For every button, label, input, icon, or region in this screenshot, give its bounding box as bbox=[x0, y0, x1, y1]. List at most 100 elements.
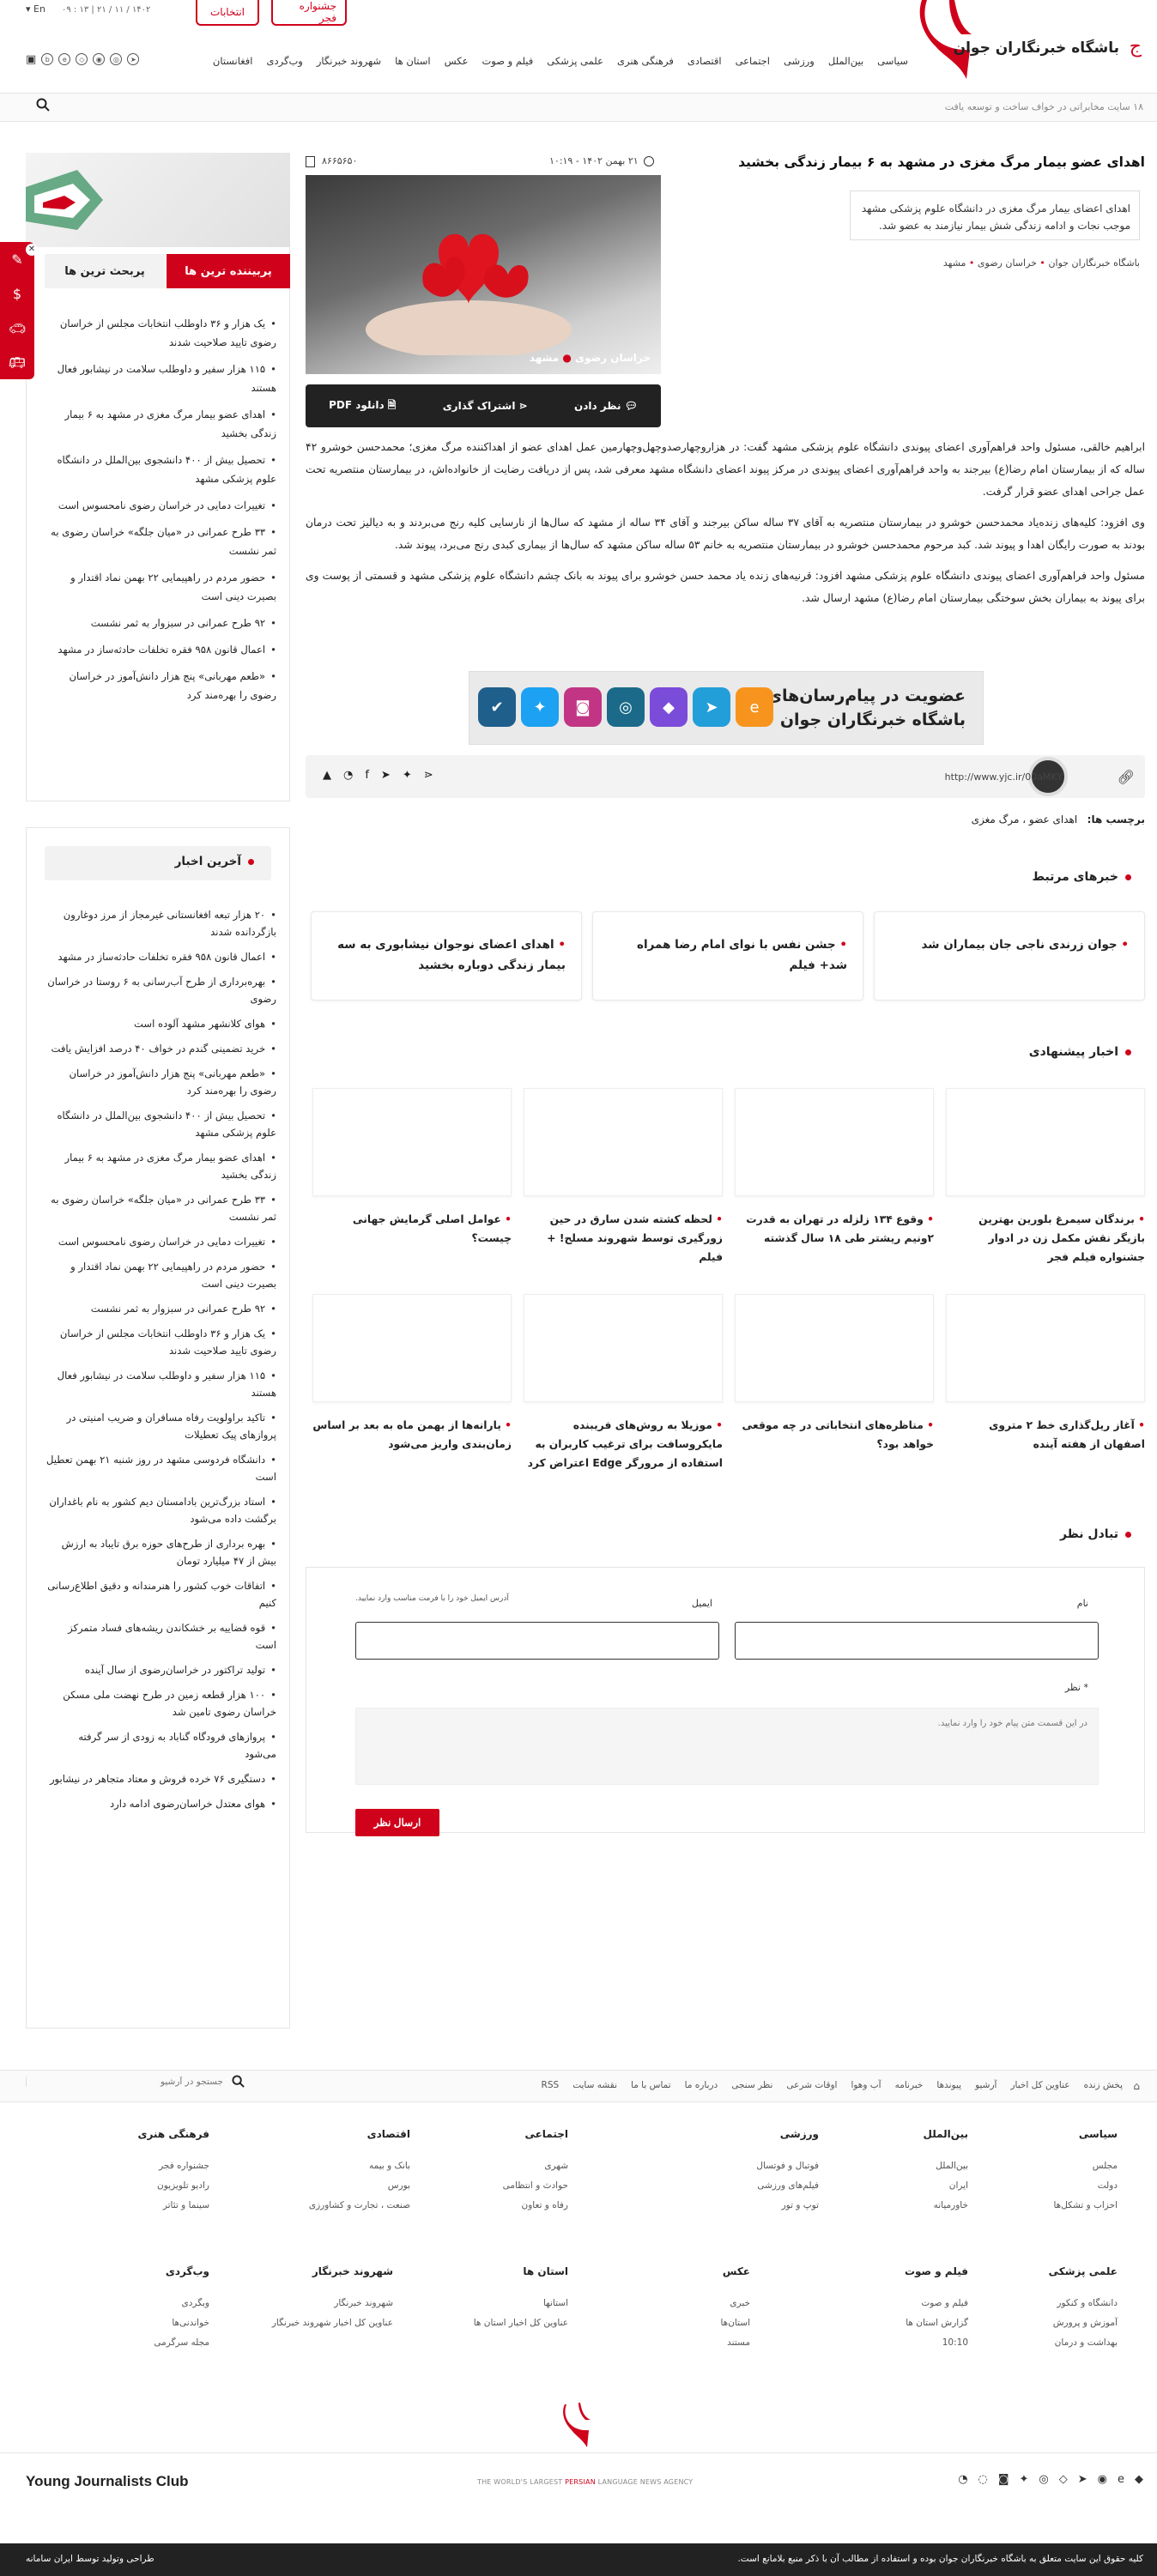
share-icon[interactable]: ⋖ bbox=[424, 769, 433, 782]
suggested-title[interactable]: • برندگان سیمرغ بلورین بهترین بازیگر نقش… bbox=[946, 1210, 1145, 1267]
suggested-title[interactable]: • لحظه کشته شدن سارق در حین زورگیری توسط… bbox=[524, 1210, 723, 1267]
list-item[interactable]: ۲۰ هزار تبعه افغانستانی غیرمجاز از مرز د… bbox=[45, 903, 276, 945]
email-field[interactable] bbox=[355, 1622, 719, 1660]
related-card[interactable]: • جشن نفس با نوای امام رضا همراه شد+ فیل… bbox=[592, 911, 863, 1001]
nav-item[interactable]: افغانستان bbox=[213, 55, 253, 67]
twitter-icon[interactable]: ✦ bbox=[403, 769, 412, 782]
suggested-thumb[interactable] bbox=[735, 1294, 934, 1402]
nav-item[interactable]: سیاسی bbox=[877, 55, 908, 67]
list-item[interactable]: اهدای عضو بیمار مرگ مغزی در مشهد به ۶ بی… bbox=[45, 402, 277, 447]
car-icon[interactable]: 🚗︎ bbox=[9, 320, 26, 336]
bale-icon[interactable]: b bbox=[41, 53, 54, 65]
footer-link[interactable]: آب وهوا bbox=[851, 2080, 881, 2090]
list-item[interactable]: تاکید براولویت رفاه مسافران و ضریب امنیت… bbox=[45, 1406, 276, 1448]
suggested-thumb[interactable] bbox=[946, 1294, 1145, 1402]
list-item[interactable]: اعمال قانون ۹۵۸ فقره تخلفات حادثه‌ساز در… bbox=[45, 637, 276, 663]
suggested-thumb[interactable] bbox=[946, 1088, 1145, 1196]
footer-link[interactable]: درباره ما bbox=[685, 2080, 718, 2090]
suggested-thumb[interactable] bbox=[735, 1088, 934, 1196]
link-icon[interactable]: 🔗︎ bbox=[1118, 769, 1135, 785]
suggested-thumb[interactable] bbox=[312, 1088, 512, 1196]
telegram-icon[interactable]: ➤ bbox=[127, 53, 140, 65]
suggested-title[interactable]: • وقوع ۱۳۴ زلزله در تهران به قدرت ۲ونیم … bbox=[735, 1210, 934, 1248]
list-item[interactable]: تغییرات دمایی در خراسان رضوی نامحسوس است bbox=[45, 1230, 276, 1255]
footer-link[interactable]: نظر سنجی bbox=[731, 2080, 772, 2090]
breadcrumb-item[interactable]: مشهد bbox=[943, 257, 966, 269]
suggested-title[interactable]: • مناظره‌های انتخاباتی در چه موقعی خواهد… bbox=[735, 1416, 934, 1454]
related-card[interactable]: • جوان زرندی ناجی جان بیماران شد bbox=[874, 911, 1145, 1001]
instagram-icon[interactable]: ◎ bbox=[110, 53, 123, 65]
list-item[interactable]: یک هزار و ۳۶ داوطلب انتخابات مجلس از خرا… bbox=[45, 311, 276, 356]
share-button[interactable]: ⋖ اشتراک گذاری bbox=[443, 400, 528, 412]
rubika-icon[interactable]: ◇ bbox=[76, 53, 88, 65]
rubika-icon[interactable]: ◇ bbox=[1059, 2473, 1068, 2486]
nav-item[interactable]: شهروند خبرنگار bbox=[317, 55, 381, 67]
pdf-download-button[interactable]: 🗎︎ دانلود PDF bbox=[329, 397, 396, 415]
list-item[interactable]: حضور مردم در راهپیمایی ۲۲ بهمن نماد اقتد… bbox=[45, 1255, 276, 1297]
suggested-title[interactable]: • یارانه‌ها از بهمن ماه به بعد بر اساس ز… bbox=[312, 1416, 512, 1454]
list-item[interactable]: استاد بزرگ‌ترین بادامستان دیم کشور به نا… bbox=[45, 1490, 276, 1532]
footer-link[interactable]: عناوین کل اخبار bbox=[1010, 2080, 1069, 2090]
suggested-thumb[interactable] bbox=[524, 1294, 723, 1402]
list-item[interactable]: ۱۱۵ هزار سفیر و داوطلب سلامت در نیشابور … bbox=[45, 356, 276, 402]
breadcrumb-item[interactable]: باشگاه خبرنگاران جوان bbox=[1048, 257, 1140, 269]
suggested-title[interactable]: • عوامل اصلی گرمایش جهانی چیست؟ bbox=[312, 1210, 512, 1248]
tv-icon[interactable]: ▣ bbox=[26, 53, 36, 66]
elections-button[interactable]: انتخابات bbox=[196, 0, 259, 26]
footer-link[interactable]: پخش زنده bbox=[1084, 2080, 1123, 2090]
list-item[interactable]: ۹۲ طرح عمرانی در سبزوار به ثمر نشست bbox=[45, 1297, 276, 1321]
fajr-festival-button[interactable]: جشنواره فجر bbox=[271, 0, 347, 26]
coin-icon[interactable]: $ bbox=[13, 286, 21, 302]
suggested-title[interactable]: • آغاز ریل‌گذاری خط ۲ متروی اصفهان از هف… bbox=[946, 1416, 1145, 1454]
nav-item[interactable]: ورزشی bbox=[784, 55, 815, 67]
list-item[interactable]: پروازهای فرودگاه گناباد به زودی از سر گر… bbox=[45, 1725, 276, 1767]
list-item[interactable]: بهره برداری از طرح‌های حوزه برق تایباد ب… bbox=[45, 1532, 276, 1574]
site-name[interactable]: باشگاه خبرنگاران جوان bbox=[954, 39, 1119, 57]
footer-link[interactable]: تماس با ما bbox=[631, 2080, 671, 2090]
footer-search-input[interactable] bbox=[26, 2076, 223, 2087]
breadcrumb-item[interactable]: خراسان رضوی bbox=[978, 257, 1037, 269]
footer-link[interactable]: نقشه سایت bbox=[572, 2080, 617, 2090]
list-item[interactable]: دستگیری ۷۶ خرده فروش و معتاد متجاهر در ن… bbox=[45, 1767, 276, 1792]
list-item[interactable]: هوای کلانشهر مشهد آلوده است bbox=[45, 1012, 276, 1037]
footer-logo[interactable] bbox=[560, 2401, 599, 2449]
report-icon[interactable]: ▲ bbox=[323, 769, 331, 782]
sapp-icon[interactable]: ◌ bbox=[978, 2473, 988, 2486]
tab-most-discussed[interactable]: پربحث ترین ها bbox=[45, 254, 165, 288]
nav-item[interactable]: فرهنگی هنری bbox=[617, 55, 674, 67]
list-item[interactable]: یک هزار و ۳۶ داوطلب انتخابات مجلس از خرا… bbox=[45, 1321, 276, 1364]
rss-icon[interactable]: ◔ bbox=[958, 2473, 967, 2486]
list-item[interactable]: هوای معتدل خراسان‌رضوی ادامه دارد bbox=[45, 1792, 276, 1817]
list-item[interactable]: تغییرات دمایی در خراسان رضوی نامحسوس است bbox=[45, 493, 276, 519]
list-item[interactable]: بهره‌برداری از طرح آب‌رسانی به ۶ روستا د… bbox=[45, 970, 276, 1012]
list-item[interactable]: «طعم مهربانی» پنج هزار دانش‌آموز در خراس… bbox=[45, 663, 276, 709]
language-switch[interactable]: En ▾ bbox=[26, 3, 45, 15]
related-card[interactable]: • اهدای اعضای نوجوان نیشابوری به سه بیما… bbox=[311, 911, 582, 1001]
comment-textarea[interactable] bbox=[355, 1708, 1099, 1785]
facebook-icon[interactable]: f bbox=[365, 769, 369, 782]
footer-link[interactable]: پیوندها bbox=[936, 2080, 961, 2090]
nav-item[interactable]: وب‌گردی bbox=[267, 55, 303, 67]
android-icon[interactable]: ◆ bbox=[1135, 2473, 1143, 2486]
messenger-membership-banner[interactable]: عضویت در پیام‌رسان‌های باشگاه خبرنگاران … bbox=[469, 671, 984, 745]
whatsapp-icon[interactable]: ◔ bbox=[343, 769, 353, 782]
suggested-thumb[interactable] bbox=[312, 1294, 512, 1402]
footer-link[interactable]: RSS bbox=[542, 2080, 560, 2090]
list-item[interactable]: «طعم مهربانی» پنج هزار دانش‌آموز در خراس… bbox=[45, 1061, 276, 1104]
tab-most-read[interactable]: پربیننده ترین ها bbox=[167, 254, 290, 288]
close-icon[interactable]: ✕ bbox=[26, 244, 38, 256]
list-item[interactable]: اتفاقات خوب کشور را هنرمندانه و دقیق اطل… bbox=[45, 1574, 276, 1616]
pen-icon[interactable]: ✎ bbox=[11, 251, 22, 268]
sidebar-ad-image[interactable] bbox=[26, 153, 290, 247]
eitaa-icon[interactable]: e bbox=[1118, 2473, 1124, 2486]
list-item[interactable]: اهدای عضو بیمار مرگ مغزی در مشهد به ۶ بی… bbox=[45, 1146, 277, 1188]
tag-link[interactable]: اهدای عضو ، مرگ مغزی bbox=[972, 813, 1078, 825]
telegram-icon[interactable]: ➤ bbox=[1078, 2473, 1087, 2486]
nav-item[interactable]: اجتماعی bbox=[736, 55, 770, 67]
search-icon[interactable] bbox=[36, 98, 50, 115]
footer-link[interactable]: آرشیو bbox=[975, 2080, 996, 2090]
nav-item[interactable]: علمی پزشکی bbox=[547, 55, 603, 67]
list-item[interactable]: ۳۳ طرح عمرانی در «میان جلگه» خراسان رضوی… bbox=[45, 519, 276, 565]
ticker-headline[interactable]: ۱۸ سایت مخابراتی در خواف ساخت و توسعه یا… bbox=[945, 101, 1143, 112]
nav-item[interactable]: فیلم و صوت bbox=[482, 55, 533, 67]
